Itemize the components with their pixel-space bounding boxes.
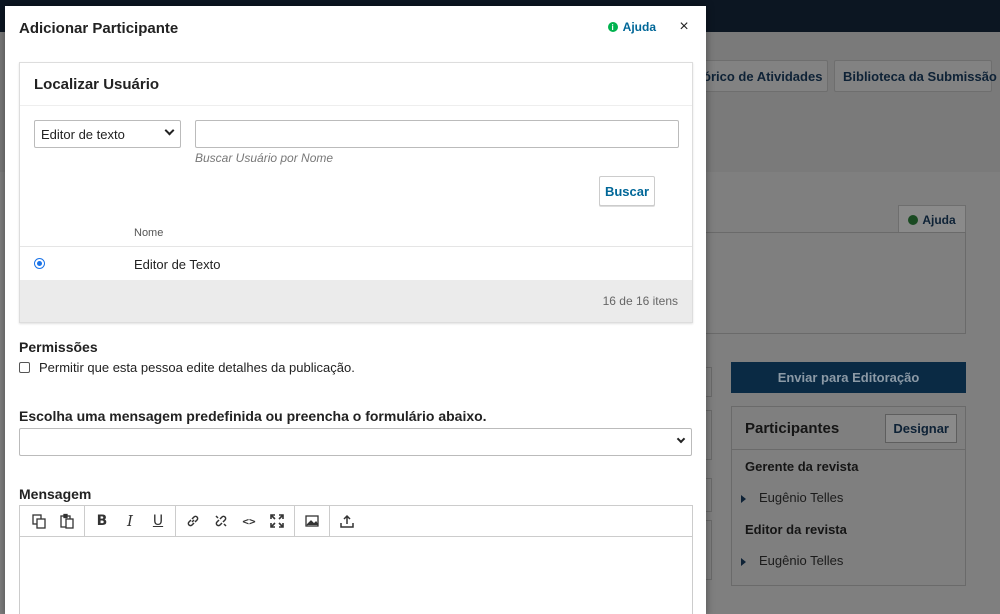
paste-icon[interactable] (53, 509, 81, 533)
user-search-input[interactable] (195, 120, 679, 148)
fullscreen-icon[interactable] (263, 509, 291, 533)
close-button[interactable]: × (676, 18, 692, 36)
tab-activity-log-label: órico de Atividades (703, 68, 823, 84)
table-row[interactable]: Editor de Texto (20, 246, 692, 280)
upload-group (330, 506, 364, 536)
participant-role: Gerente da revista (745, 459, 859, 474)
role-select[interactable]: Editor de texto (34, 120, 181, 148)
tab-submission-library-label: Biblioteca da Submissão (843, 68, 997, 84)
chevron-down-icon (164, 125, 175, 136)
message-template-select[interactable] (19, 428, 692, 456)
editor-toolbar: B I U <> (20, 506, 692, 537)
message-editor: B I U <> (19, 505, 693, 614)
image-icon[interactable] (298, 509, 326, 533)
add-participant-modal: Adicionar Participante i Ajuda × Localiz… (5, 6, 706, 614)
background-help-label: Ajuda (922, 213, 956, 227)
find-user-panel: Localizar Usuário Editor de texto Buscar… (19, 62, 693, 323)
column-header-name: Nome (134, 227, 164, 239)
participants-panel: Participantes Designar Gerente da revist… (731, 406, 966, 586)
edit-metadata-checkbox[interactable] (19, 362, 30, 373)
media-group (295, 506, 330, 536)
message-label: Mensagem (19, 486, 92, 502)
background-help-tab[interactable]: Ajuda (898, 205, 966, 234)
chevron-down-icon (676, 434, 686, 444)
code-icon[interactable]: <> (235, 509, 263, 533)
tab-activity-log[interactable]: órico de Atividades (694, 60, 828, 92)
bold-icon[interactable]: B (88, 509, 116, 533)
upload-icon[interactable] (333, 509, 361, 533)
modal-header: Adicionar Participante i Ajuda × (5, 6, 706, 50)
modal-title: Adicionar Participante (19, 19, 179, 37)
insert-group: <> (176, 506, 295, 536)
participants-title: Participantes (745, 419, 840, 437)
tab-submission-library[interactable]: Biblioteca da Submissão (834, 60, 997, 92)
pagination-info: 16 de 16 itens (20, 280, 692, 322)
user-search-hint: Buscar Usuário por Nome (195, 151, 334, 165)
underline-icon[interactable]: U (144, 509, 172, 533)
italic-icon[interactable]: I (116, 509, 144, 533)
assign-button[interactable]: Designar (885, 413, 957, 443)
pagination-count: 16 de 16 itens (602, 294, 678, 308)
edit-metadata-label[interactable]: Permitir que esta pessoa edite detalhes … (39, 360, 355, 375)
help-link[interactable]: i Ajuda (607, 20, 656, 34)
copy-icon[interactable] (25, 509, 53, 533)
participants-header: Participantes Designar (732, 407, 965, 450)
unlink-icon[interactable] (207, 509, 235, 533)
permissions-label: Permissões (19, 339, 98, 355)
user-name: Editor de Texto (134, 257, 221, 272)
background-panel (700, 232, 966, 334)
clipboard-group (22, 506, 85, 536)
help-label: Ajuda (622, 20, 656, 34)
send-to-production-button[interactable]: Enviar para Editoração (731, 362, 966, 393)
role-select-value: Editor de texto (41, 126, 125, 142)
send-to-production-label: Enviar para Editoração (777, 370, 920, 385)
user-radio[interactable] (34, 258, 45, 269)
format-group: B I U (85, 506, 176, 536)
info-icon (908, 215, 919, 225)
participant-person[interactable]: Eugênio Telles (732, 482, 965, 513)
participant-role: Editor da revista (745, 522, 847, 537)
template-label: Escolha uma mensagem predefinida ou pree… (19, 408, 487, 424)
search-button[interactable]: Buscar (599, 176, 655, 206)
find-user-title: Localizar Usuário (20, 63, 692, 106)
participant-person[interactable]: Eugênio Telles (732, 545, 965, 576)
link-icon[interactable] (179, 509, 207, 533)
info-icon: i (607, 22, 618, 32)
